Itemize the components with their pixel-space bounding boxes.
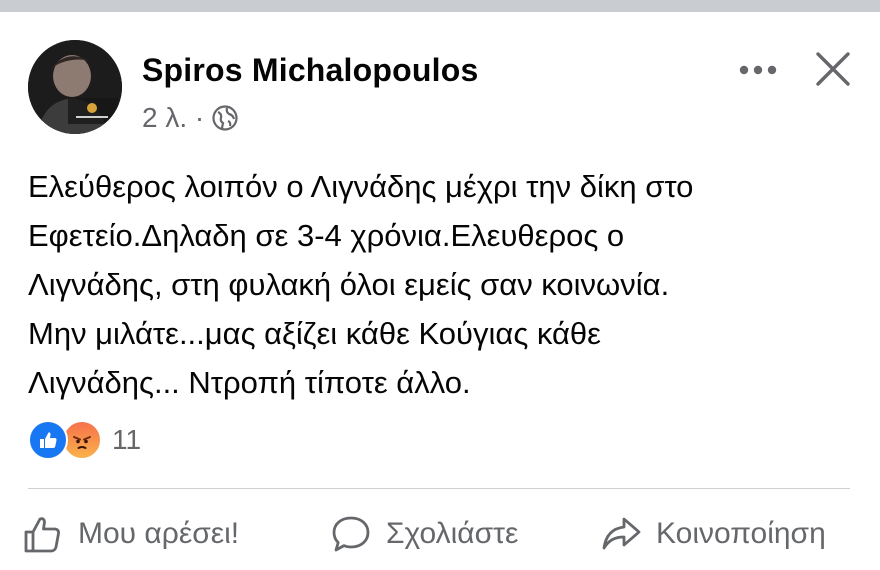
avatar-image <box>28 40 122 134</box>
like-icon <box>28 420 68 460</box>
action-bar: Μου αρέσει! Σχολιάστε Κοινοποίηση <box>0 506 880 562</box>
post-time[interactable]: 2 λ. · <box>142 102 204 134</box>
post-card: Spiros Michalopoulos 2 λ. · Ελεύθερος λο… <box>0 12 880 570</box>
post-text-line: Εφετείο.Δηλαδη σε 3-4 χρόνια.Ελευθερος ο <box>28 218 625 253</box>
close-icon <box>816 52 850 86</box>
post-text: Ελεύθερος λοιπόν ο Λιγνάδης μέχρι την δί… <box>28 162 858 407</box>
angry-icon <box>62 420 102 460</box>
more-options-button[interactable] <box>728 50 788 90</box>
post-text-line: Μην μιλάτε...μας αξίζει κάθε Κούγιας κάθ… <box>28 316 601 351</box>
post-header: Spiros Michalopoulos 2 λ. · <box>28 40 858 140</box>
avatar[interactable] <box>28 40 122 134</box>
like-button[interactable]: Μου αρέσει! <box>22 506 239 562</box>
divider <box>28 488 850 489</box>
post-text-line: Ελεύθερος λοιπόν ο Λιγνάδης μέχρι την δί… <box>28 169 694 204</box>
reaction-count: 11 <box>112 424 142 455</box>
like-label: Μου αρέσει! <box>78 517 240 550</box>
globe-icon <box>212 105 238 131</box>
share-icon <box>602 517 641 550</box>
share-label: Κοινοποίηση <box>656 517 826 550</box>
share-button[interactable]: Κοινοποίηση <box>600 506 826 562</box>
post-text-line: Λιγνάδης... Ντροπή τίποτε άλλο. <box>28 365 471 400</box>
comment-icon <box>332 516 370 552</box>
thumbs-up-icon <box>24 517 60 553</box>
comment-button[interactable]: Σχολιάστε <box>330 506 518 562</box>
top-strip <box>0 0 880 12</box>
post-text-line: Λιγνάδης, στη φυλακή όλοι εμείς σαν κοιν… <box>28 267 670 302</box>
author-name[interactable]: Spiros Michalopoulos <box>142 52 478 89</box>
reactions-summary[interactable]: 11 <box>28 420 141 460</box>
close-button[interactable] <box>808 44 858 94</box>
comment-label: Σχολιάστε <box>386 517 519 550</box>
more-icon <box>739 65 777 75</box>
post-meta: 2 λ. · <box>142 102 238 134</box>
